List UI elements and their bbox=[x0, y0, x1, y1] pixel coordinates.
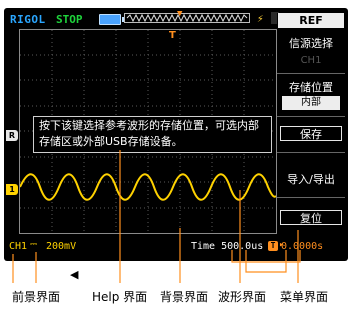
trigger-position-marker-icon: ▼ bbox=[177, 9, 183, 19]
caption-background: 背景界面 bbox=[160, 290, 209, 304]
menu-divider bbox=[277, 116, 345, 117]
menu-item-storage-label[interactable]: 存储位置 bbox=[278, 79, 344, 95]
usb-icon bbox=[99, 14, 124, 25]
caption-menu: 菜单界面 bbox=[280, 290, 329, 304]
ch1-marker: 1 bbox=[6, 184, 18, 195]
menu-divider bbox=[277, 73, 345, 74]
trigger-marker-icon: T bbox=[169, 30, 176, 41]
pointer-arrow-icon: ◀ bbox=[70, 268, 79, 281]
help-popup: 按下该键选择参考波形的存储位置，可选内部存储区或外部USB存储设备。 bbox=[33, 116, 272, 153]
vertical-scale: 200mV bbox=[46, 241, 77, 252]
menu-item-storage-value[interactable]: 内部 bbox=[282, 96, 340, 110]
ref-menu: REF 信源选择 CH1 存储位置 内部 保存 导入/导出 复位 bbox=[277, 13, 345, 231]
trigger-offset: 0.0000s bbox=[281, 241, 324, 252]
top-status-bar: RIGOL STOP ▼ ⚡ bbox=[6, 9, 279, 28]
run-state[interactable]: STOP bbox=[56, 13, 83, 26]
save-button[interactable]: 保存 bbox=[280, 126, 342, 141]
trigger-icon: T bbox=[268, 241, 278, 251]
caption-help: Help 界面 bbox=[92, 290, 148, 304]
menu-item-source-value[interactable]: CH1 bbox=[282, 54, 340, 68]
menu-item-source-label[interactable]: 信源选择 bbox=[278, 35, 344, 51]
bottom-status-bar: CH1 ⎓ 200mV Time 500.0us T ▸ 0.0000s bbox=[6, 236, 344, 256]
menu-title: REF bbox=[278, 13, 344, 28]
caption-waveform: 波形界面 bbox=[218, 290, 267, 304]
rising-edge-icon: ⚡ bbox=[257, 12, 264, 25]
menu-divider bbox=[277, 197, 345, 198]
memory-depth-strip-icon bbox=[124, 13, 250, 23]
ref-marker: R bbox=[6, 130, 18, 141]
brand-logo: RIGOL bbox=[10, 13, 46, 26]
menu-divider bbox=[277, 152, 345, 153]
timebase: Time 500.0us bbox=[191, 241, 264, 252]
coupling-icon: ⎓ bbox=[30, 240, 38, 250]
channel-label: CH1 bbox=[9, 241, 28, 252]
caption-foreground: 前景界面 bbox=[12, 290, 61, 304]
import-export-button[interactable]: 导入/导出 bbox=[278, 171, 344, 187]
reset-button[interactable]: 复位 bbox=[280, 210, 342, 225]
